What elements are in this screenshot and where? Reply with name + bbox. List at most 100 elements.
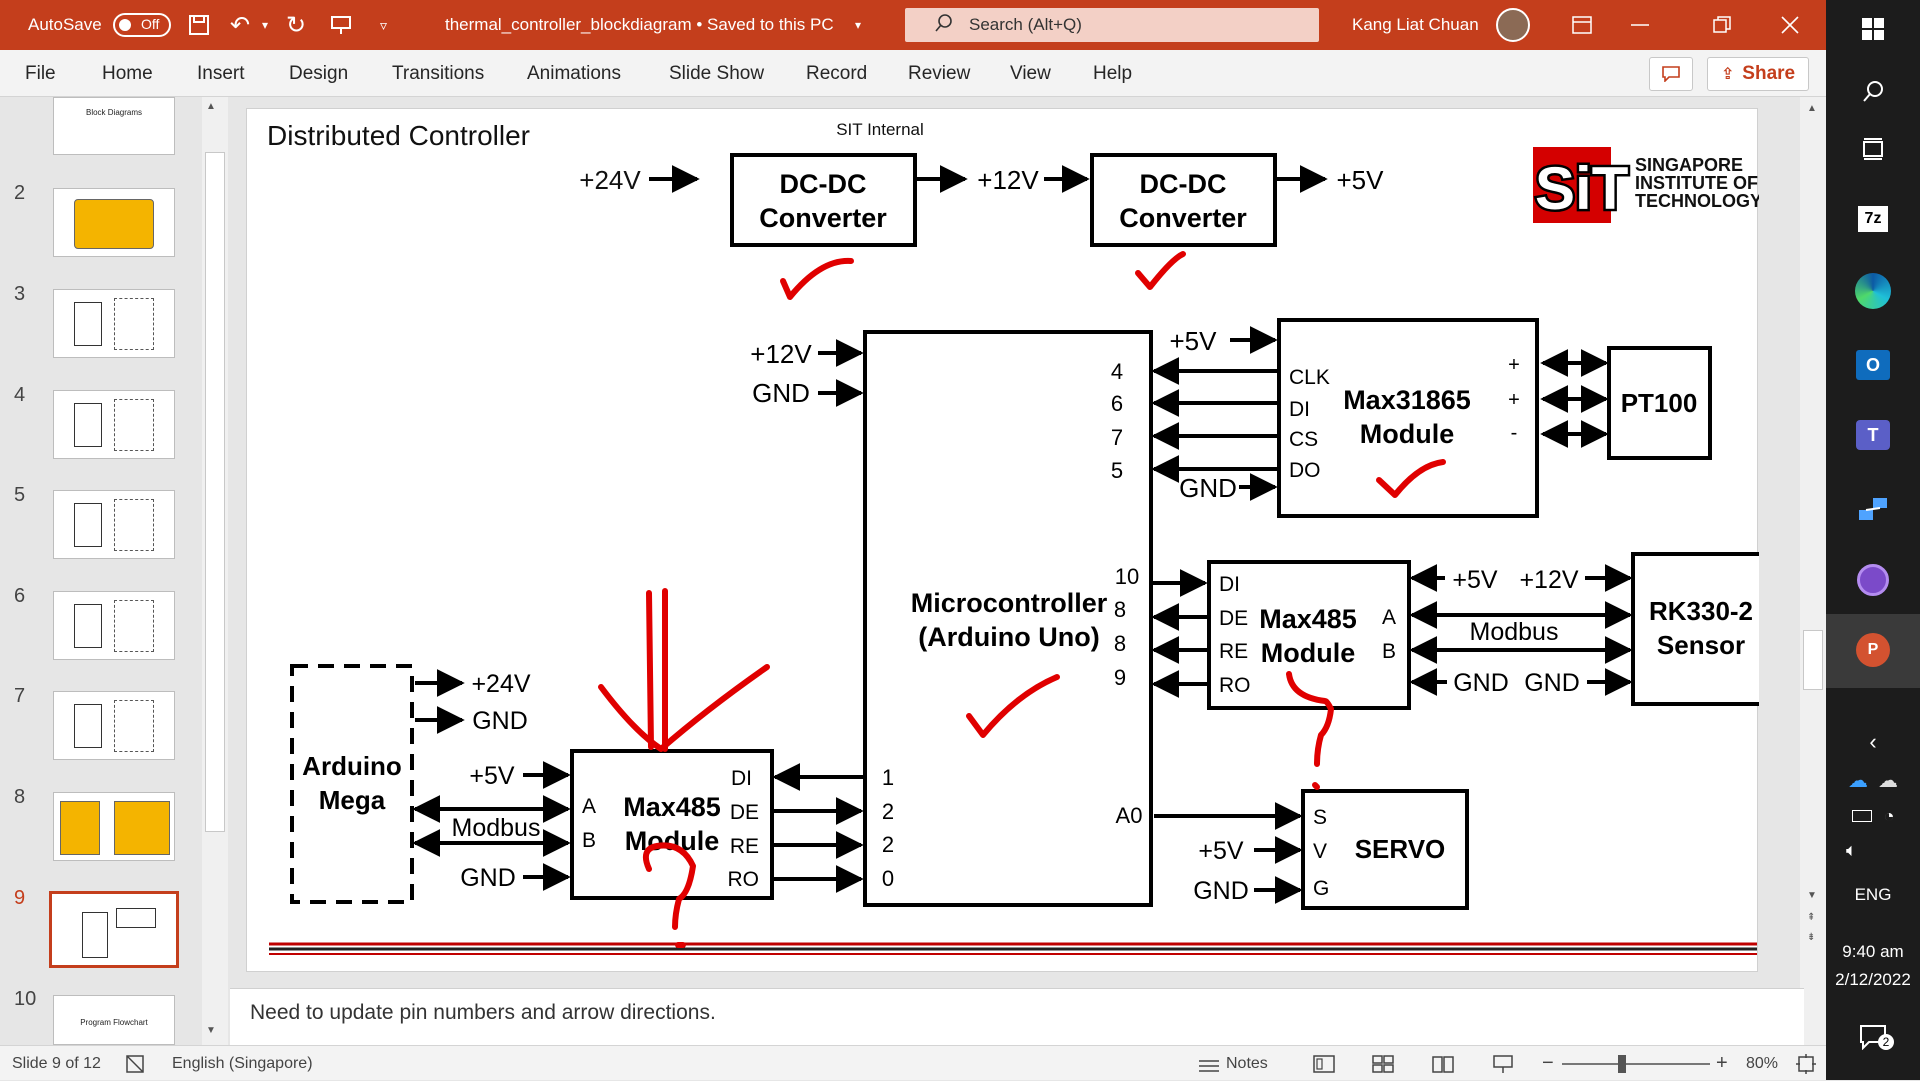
close-icon[interactable]: [1762, 0, 1818, 50]
clock-date[interactable]: 2/12/2022: [1826, 968, 1920, 992]
accessibility-icon[interactable]: [125, 1046, 145, 1081]
max31865-module[interactable]: [1277, 318, 1539, 518]
thumbnail-slide-1[interactable]: Block Diagrams: [53, 97, 175, 155]
slideshow-view-icon[interactable]: [1492, 1046, 1514, 1081]
prev-slide-icon[interactable]: ⇞: [1807, 912, 1815, 923]
comments-icon[interactable]: [1649, 57, 1693, 91]
thumbnails-scrollbar[interactable]: ▲ ▼: [202, 97, 228, 1045]
minimize-icon[interactable]: [1612, 0, 1668, 50]
mcu-pin: 1: [882, 765, 894, 790]
edge-icon[interactable]: [1826, 271, 1920, 311]
document-title[interactable]: thermal_controller_blockdiagram • Saved …: [445, 0, 834, 50]
normal-view-icon[interactable]: [1313, 1046, 1335, 1081]
scroll-up-icon[interactable]: ▲: [1807, 103, 1817, 114]
notes-pane[interactable]: Need to update pin numbers and arrow dir…: [230, 988, 1804, 1045]
undo-dropdown-icon[interactable]: ▾: [262, 0, 268, 50]
tab-record[interactable]: Record: [806, 50, 867, 97]
reading-view-icon[interactable]: [1432, 1046, 1454, 1081]
thumbnail-slide-6[interactable]: [53, 591, 175, 660]
ink-check-mark[interactable]: [1135, 251, 1186, 290]
tab-slide-show[interactable]: Slide Show: [669, 50, 764, 97]
thumbnail-slide-3[interactable]: [53, 289, 175, 358]
tab-animations[interactable]: Animations: [527, 50, 621, 97]
tab-help[interactable]: Help: [1093, 50, 1132, 97]
language-label[interactable]: English (Singapore): [172, 1046, 313, 1081]
ribbon-display-icon[interactable]: [1554, 0, 1610, 50]
zoom-slider-thumb[interactable]: [1618, 1055, 1626, 1073]
volume-icon[interactable]: 🔈︎: [1826, 838, 1920, 862]
customize-qat-icon[interactable]: ▿: [380, 0, 387, 50]
redo-icon[interactable]: ↻: [286, 0, 306, 50]
clock-time[interactable]: 9:40 am: [1826, 940, 1920, 964]
thumbnail-slide-5[interactable]: [53, 490, 175, 559]
slide-title[interactable]: Distributed Controller: [267, 120, 530, 151]
rk330-sensor[interactable]: [1631, 552, 1759, 706]
github-icon[interactable]: [1826, 560, 1920, 600]
powerpoint-icon[interactable]: P: [1826, 630, 1920, 670]
notes-icon[interactable]: [1198, 1046, 1220, 1081]
onedrive-personal-icon[interactable]: ☁: [1878, 768, 1898, 793]
teams-icon[interactable]: T: [1826, 415, 1920, 455]
thumbnail-slide-4[interactable]: [53, 390, 175, 459]
network-tool-icon[interactable]: [1826, 490, 1920, 530]
present-icon[interactable]: [330, 0, 352, 50]
search-icon[interactable]: [1826, 76, 1920, 106]
mega-24v-label: +24V: [471, 670, 530, 698]
autosave-toggle[interactable]: Off: [113, 13, 171, 37]
restore-icon[interactable]: [1694, 0, 1750, 50]
scroll-down-icon[interactable]: ▼: [1807, 890, 1817, 901]
thumbnail-slide-2[interactable]: [53, 188, 175, 257]
search-box[interactable]: Search (Alt+Q): [905, 8, 1319, 42]
tab-design[interactable]: Design: [289, 50, 348, 97]
avatar[interactable]: [1496, 8, 1530, 42]
tab-file[interactable]: File: [25, 50, 56, 97]
tab-review[interactable]: Review: [908, 50, 970, 97]
thumbnail-slide-10[interactable]: Program Flowchart: [53, 995, 175, 1045]
scrollbar-thumb[interactable]: [1803, 630, 1823, 690]
tab-home[interactable]: Home: [102, 50, 153, 97]
save-icon[interactable]: [188, 0, 210, 50]
zoom-in-icon[interactable]: +: [1716, 1046, 1728, 1081]
battery-wifi-icons[interactable]: ◔: [1826, 804, 1920, 828]
battery-icon[interactable]: [1851, 810, 1872, 822]
arduino-mega-block[interactable]: [290, 664, 414, 904]
outlook-icon[interactable]: O: [1826, 345, 1920, 385]
wifi-icon[interactable]: ◔: [1884, 806, 1895, 827]
thumbnail-slide-7[interactable]: [53, 691, 175, 760]
onedrive-business-icon[interactable]: ☁: [1848, 768, 1868, 793]
mcu-pin: 6: [1111, 391, 1123, 416]
input-language[interactable]: ENG: [1826, 880, 1920, 910]
thumbnail-slide-9[interactable]: [49, 891, 179, 968]
slide-sorter-icon[interactable]: [1372, 1046, 1394, 1081]
user-name[interactable]: Kang Liat Chuan: [1352, 0, 1479, 50]
ink-check-mark[interactable]: [780, 257, 854, 300]
onedrive-icons[interactable]: ☁ ☁: [1826, 768, 1920, 792]
slide-scrollbar[interactable]: ▲ ▼ ⇞ ⇟: [1800, 97, 1826, 1045]
microcontroller-block[interactable]: [863, 330, 1153, 907]
task-view-icon[interactable]: [1826, 134, 1920, 164]
share-button[interactable]: ⇪ Share: [1707, 57, 1809, 91]
zoom-slider[interactable]: [1562, 1055, 1710, 1073]
thumbnail-slide-8[interactable]: [53, 792, 175, 861]
ink-arrow-mark[interactable]: [598, 588, 770, 752]
fit-slide-icon[interactable]: [1795, 1046, 1817, 1081]
tab-insert[interactable]: Insert: [197, 50, 245, 97]
scrollbar-thumb[interactable]: [205, 152, 225, 832]
notification-center-icon[interactable]: 2: [1826, 1020, 1920, 1054]
title-dropdown-icon[interactable]: ▾: [855, 0, 861, 50]
undo-icon[interactable]: ↶: [230, 0, 250, 50]
7zip-icon[interactable]: 7z: [1826, 202, 1920, 236]
notes-text[interactable]: Need to update pin numbers and arrow dir…: [250, 1001, 716, 1025]
windows-start-icon[interactable]: [1826, 14, 1920, 44]
chevron-left-icon[interactable]: ‹: [1826, 728, 1920, 756]
zoom-level[interactable]: 80%: [1746, 1046, 1778, 1081]
notes-toggle[interactable]: Notes: [1226, 1046, 1268, 1081]
scroll-up-icon[interactable]: ▲: [206, 101, 216, 112]
slide-canvas[interactable]: Distributed Controller SIT Internal SiT …: [246, 108, 1759, 972]
ink-dot[interactable]: [1312, 782, 1320, 790]
tab-transitions[interactable]: Transitions: [392, 50, 484, 97]
zoom-out-icon[interactable]: −: [1542, 1046, 1554, 1081]
tab-view[interactable]: View: [1010, 50, 1051, 97]
scroll-down-icon[interactable]: ▼: [206, 1025, 216, 1036]
next-slide-icon[interactable]: ⇟: [1807, 932, 1815, 943]
